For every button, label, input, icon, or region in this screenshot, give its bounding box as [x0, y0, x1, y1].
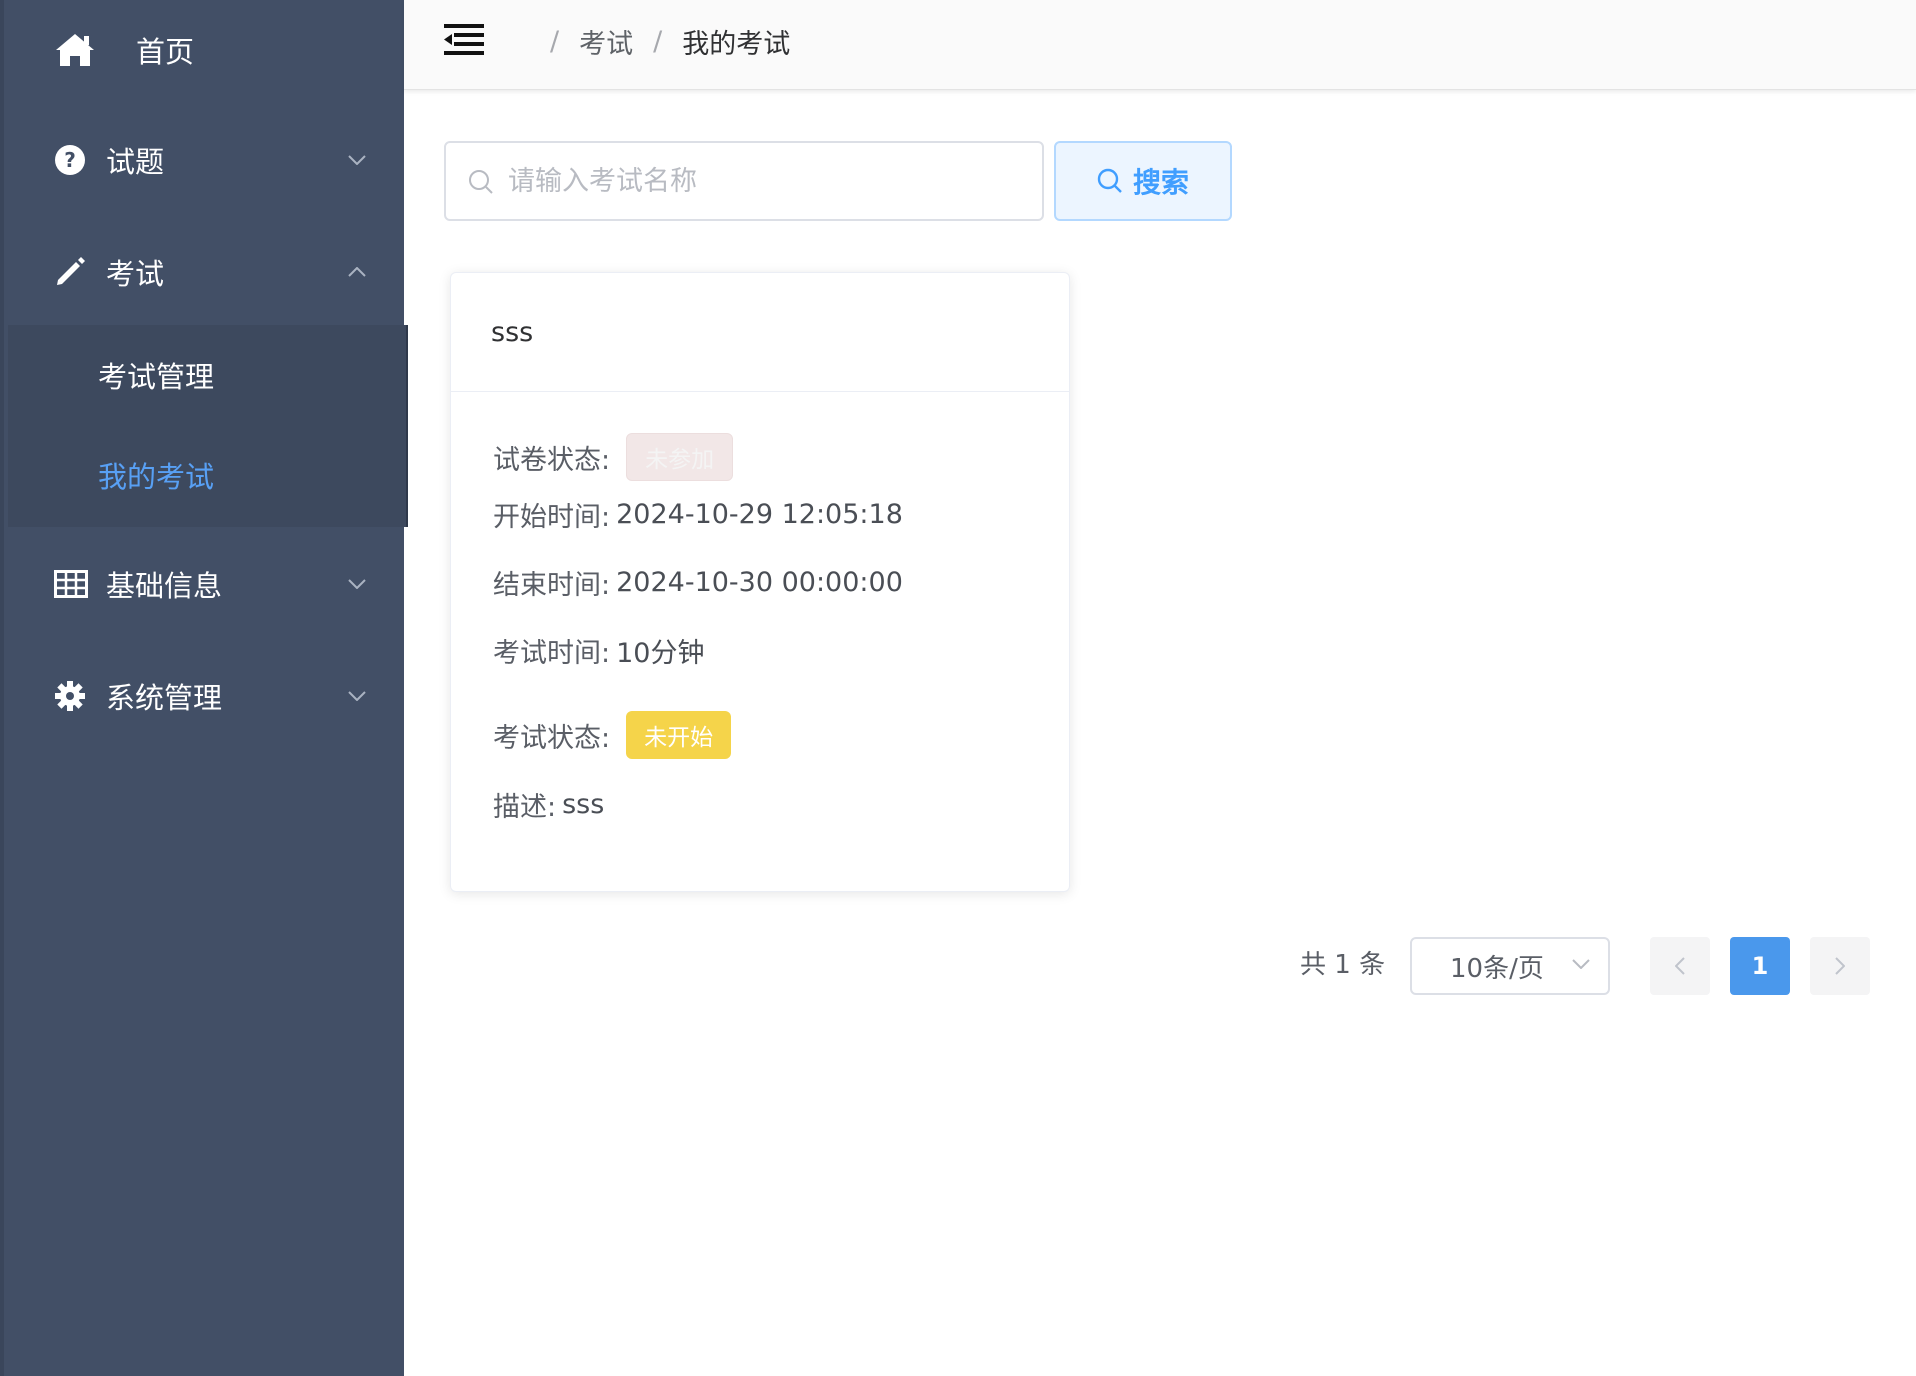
menu-label-questions: 试题: [106, 145, 165, 179]
search-icon: [468, 169, 494, 195]
duration-label: 考试时间:: [493, 638, 611, 669]
table-icon: [54, 570, 88, 598]
menu-label-system: 系统管理: [106, 681, 223, 715]
menu-item-questions[interactable]: ? 试题: [8, 104, 408, 216]
exam-card[interactable]: sss 试卷状态: 未参加 开始时间: 2024-10-29 12:05:18 …: [450, 272, 1070, 892]
pencil-icon: [54, 256, 86, 288]
duration-row: 考试时间: 10分钟: [493, 631, 704, 670]
pagination-total: 共 1 条: [1300, 950, 1386, 980]
start-time-value: 2024-10-29 12:05:18: [616, 499, 903, 530]
menu-label-basic-info: 基础信息: [106, 569, 223, 603]
question-circle-icon: ?: [54, 144, 86, 176]
exam-status-badge: 未开始: [626, 711, 732, 759]
start-time-label: 开始时间:: [493, 502, 611, 533]
page-size-select[interactable]: 10条/页: [1410, 937, 1610, 995]
exams-submenu: 考试管理 我的考试: [8, 325, 408, 527]
top-header: / 考试 / 我的考试: [404, 0, 1916, 90]
chevron-down-icon: [1572, 959, 1590, 969]
exam-status-row: 考试状态: 未开始: [493, 711, 732, 759]
paper-status-label: 试卷状态:: [493, 444, 611, 476]
svg-text:?: ?: [64, 148, 76, 172]
collapse-menu-icon[interactable]: [444, 24, 484, 56]
chevron-down-icon: [348, 579, 366, 589]
chevron-down-icon: [348, 155, 366, 165]
chevron-up-icon: [348, 267, 366, 277]
start-time-row: 开始时间: 2024-10-29 12:05:18: [493, 495, 903, 534]
menu-item-system[interactable]: 系统管理: [8, 640, 408, 752]
chevron-left-icon: [1675, 957, 1685, 975]
next-page-button[interactable]: [1810, 937, 1870, 995]
search-field[interactable]: [444, 141, 1044, 221]
description-label: 描述:: [493, 792, 557, 823]
exam-card-title: sss: [451, 273, 1069, 392]
description-value: sss: [562, 789, 605, 820]
prev-page-button[interactable]: [1650, 937, 1710, 995]
menu-label-home: 首页: [136, 35, 195, 69]
search-icon: [1097, 168, 1123, 194]
menu-item-home[interactable]: 首页: [8, 0, 408, 100]
menu-item-exams[interactable]: 考试: [8, 216, 408, 328]
paper-status-row: 试卷状态: 未参加: [493, 433, 734, 481]
menu-label-exams: 考试: [106, 257, 165, 291]
breadcrumb: / 考试 / 我的考试: [530, 0, 790, 82]
gear-icon: [54, 680, 86, 712]
submenu-item-exam-management[interactable]: 考试管理: [8, 325, 406, 425]
search-button[interactable]: 搜索: [1054, 141, 1232, 221]
home-icon: [54, 32, 96, 68]
sidebar: 首页 ? 试题 考试 考试管理 我的考试 基础信息 系统管理: [0, 0, 408, 1376]
chevron-right-icon: [1835, 957, 1845, 975]
end-time-row: 结束时间: 2024-10-30 00:00:00: [493, 563, 903, 602]
chevron-down-icon: [348, 691, 366, 701]
paper-status-badge: 未参加: [626, 433, 734, 481]
end-time-value: 2024-10-30 00:00:00: [616, 567, 903, 598]
exam-status-label: 考试状态:: [493, 722, 611, 754]
page-number-button[interactable]: 1: [1730, 937, 1790, 995]
page-size-value: 10条/页: [1450, 953, 1544, 984]
end-time-label: 结束时间:: [493, 570, 611, 601]
search-button-label: 搜索: [1132, 166, 1189, 199]
menu-item-basic-info[interactable]: 基础信息: [8, 528, 408, 640]
breadcrumb-item-my-exams: 我的考试: [682, 28, 791, 60]
description-row: 描述: sss: [493, 785, 604, 824]
breadcrumb-separator: /: [653, 25, 663, 57]
submenu-item-my-exams[interactable]: 我的考试: [8, 425, 406, 525]
breadcrumb-separator: /: [550, 25, 560, 57]
duration-value: 10分钟: [616, 638, 705, 669]
breadcrumb-item-exams[interactable]: 考试: [579, 22, 633, 61]
search-input[interactable]: [508, 165, 1042, 197]
